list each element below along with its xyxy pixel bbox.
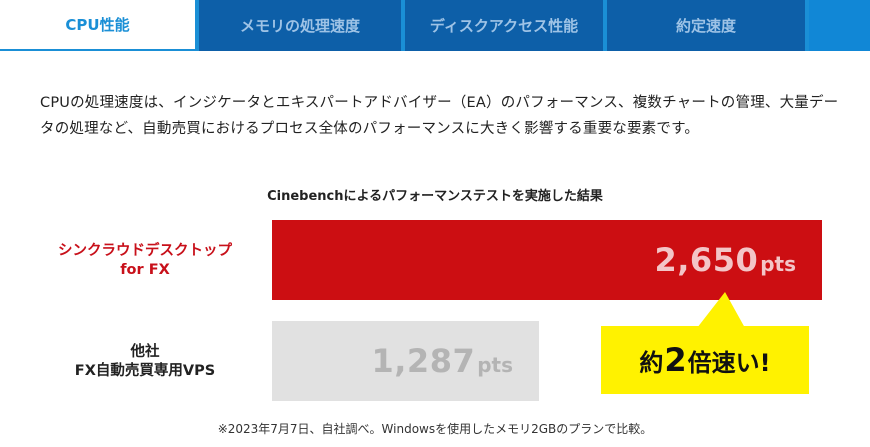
bar-unit-label: pts xyxy=(477,353,513,377)
category-label-primary: シンクラウドデスクトップ for FX xyxy=(30,242,260,280)
category-label-line2: for FX xyxy=(120,262,170,278)
tab-label: メモリの処理速度 xyxy=(239,17,360,35)
tab-label: ディスクアクセス性能 xyxy=(429,17,579,35)
bar-unit-label: pts xyxy=(760,252,796,276)
tab-label: 約定速度 xyxy=(675,17,736,35)
category-label-line2: FX自動売買専用VPS xyxy=(74,363,216,379)
tab-disk-access[interactable]: ディスクアクセス性能 xyxy=(401,0,603,51)
bar-value-label: 2,650 xyxy=(654,241,759,279)
bar-primary: 2,650 pts xyxy=(272,220,822,300)
category-label-other: 他社 FX自動売買専用VPS xyxy=(30,343,260,381)
chart-title: Cinebenchによるパフォーマンステストを実施した結果 xyxy=(267,189,603,204)
callout-suffix: 倍速い! xyxy=(687,348,771,377)
tab-bar: CPU性能 メモリの処理速度 ディスクアクセス性能 約定速度 xyxy=(0,0,870,51)
category-label-line1: シンクラウドデスクトップ xyxy=(58,243,232,259)
footnote: ※2023年7月7日、自社調べ。Windowsを使用したメモリ2GBのプランで比… xyxy=(217,422,653,436)
tab-execution-speed[interactable]: 約定速度 xyxy=(603,0,805,51)
description-text: CPUの処理速度は、インジケータとエキスパートアドバイザー（EA）のパフォーマン… xyxy=(40,95,839,137)
speed-callout: 約 2 倍速い! xyxy=(601,326,809,394)
tab-bar-filler xyxy=(805,0,870,51)
callout-emphasis: 2 xyxy=(664,341,687,379)
tab-label: CPU性能 xyxy=(65,16,130,34)
callout-prefix: 約 xyxy=(639,348,664,377)
bar-value-label: 1,287 xyxy=(371,342,476,380)
bar-other: 1,287 pts xyxy=(272,321,539,401)
category-label-line1: 他社 xyxy=(130,344,160,360)
tab-memory-speed[interactable]: メモリの処理速度 xyxy=(195,0,401,51)
tab-cpu-performance[interactable]: CPU性能 xyxy=(0,0,195,51)
